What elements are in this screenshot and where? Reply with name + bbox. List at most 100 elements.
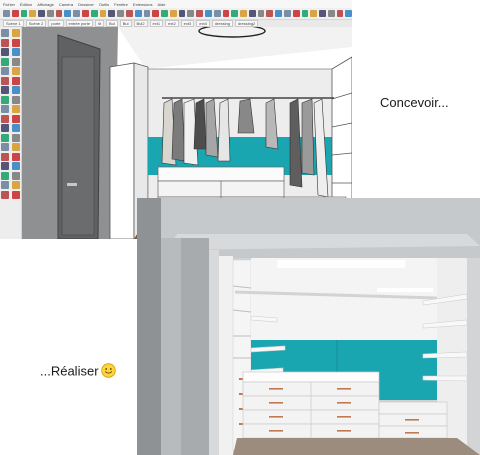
toolbar-tool-icon[interactable] <box>248 10 256 17</box>
tool-palette-icon[interactable] <box>1 67 9 75</box>
toolbar-tool-icon[interactable] <box>336 10 344 17</box>
toolbar-tool-icon[interactable] <box>143 10 151 17</box>
toolbar-tool-icon[interactable] <box>310 10 318 17</box>
toolbar-tool-icon[interactable] <box>319 10 326 17</box>
tool-palette-icon[interactable] <box>1 105 9 113</box>
scene-tab[interactable]: Scène 1 <box>3 20 24 27</box>
toolbar-tool-icon[interactable] <box>178 10 186 17</box>
toolbar-tool-icon[interactable] <box>345 10 352 17</box>
tool-palette-icon[interactable] <box>1 57 9 66</box>
tool-palette-icon[interactable] <box>1 133 9 142</box>
tool-palette-icon[interactable] <box>11 114 20 123</box>
tool-palette-icon[interactable] <box>1 86 9 94</box>
tool-palette-icon[interactable] <box>11 181 20 189</box>
menu-item[interactable]: Édition <box>20 2 32 7</box>
tool-palette-icon[interactable] <box>11 86 20 94</box>
tool-palette-icon[interactable] <box>1 95 9 104</box>
toolbar-tool-icon[interactable] <box>204 10 212 17</box>
toolbar-tool-icon[interactable] <box>240 10 247 17</box>
toolbar-tool-icon[interactable] <box>222 10 230 17</box>
tool-palette-icon[interactable] <box>11 105 20 113</box>
toolbar-tool-icon[interactable] <box>213 10 221 17</box>
scene-tab[interactable]: lit <box>95 20 104 27</box>
toolbar-tool-icon[interactable] <box>117 10 124 17</box>
scene-tab[interactable]: dressing2 <box>234 20 259 27</box>
tool-palette-icon[interactable] <box>11 190 20 199</box>
menu-item[interactable]: Dessiner <box>78 2 94 7</box>
toolbar-tool-icon[interactable] <box>152 10 160 17</box>
toolbar-tool-icon[interactable] <box>73 10 81 17</box>
toolbar-tool-icon[interactable] <box>231 10 239 17</box>
toolbar-tool-icon[interactable] <box>301 10 309 17</box>
toolbar-tool-icon[interactable] <box>161 10 168 17</box>
scene-tab[interactable]: dressing <box>211 20 233 27</box>
toolbar-tool-icon[interactable] <box>187 10 195 17</box>
tool-palette-icon[interactable] <box>11 38 20 47</box>
toolbar-tool-icon[interactable] <box>90 10 98 17</box>
toolbar-tool-icon[interactable] <box>99 10 107 17</box>
scene-tab[interactable]: Bul <box>105 20 118 27</box>
toolbar-tool-icon[interactable] <box>3 10 10 17</box>
scene-tab[interactable]: ext1 <box>149 20 164 27</box>
toolbar-tool-icon[interactable] <box>46 10 54 17</box>
tool-palette-icon[interactable] <box>11 57 20 66</box>
tool-palette-icon[interactable] <box>1 114 9 123</box>
tool-palette-icon[interactable] <box>1 162 9 170</box>
tool-palette-icon[interactable] <box>11 171 20 180</box>
toolbar-tool-icon[interactable] <box>169 10 177 17</box>
menu-item[interactable]: Caméra <box>59 2 73 7</box>
tool-palette-icon[interactable] <box>1 190 9 199</box>
toolbar-tool-icon[interactable] <box>196 10 203 17</box>
tool-palette-icon[interactable] <box>1 38 9 47</box>
tool-palette-icon[interactable] <box>11 152 20 161</box>
toolbar-tool-icon[interactable] <box>38 10 45 17</box>
tool-palette-icon[interactable] <box>11 29 20 37</box>
toolbar-tool-icon[interactable] <box>327 10 335 17</box>
tool-palette-icon[interactable] <box>1 143 9 151</box>
tool-palette-icon[interactable] <box>11 162 20 170</box>
scene-tab[interactable]: ext2 <box>165 20 179 27</box>
menu-item[interactable]: Extensions <box>133 2 153 7</box>
menu-item[interactable]: Outils <box>99 2 109 7</box>
tool-palette-icon[interactable] <box>11 67 20 75</box>
scene-tab[interactable]: ext3 <box>180 20 195 27</box>
scene-tab[interactable]: porte <box>48 20 64 27</box>
toolbar-tool-icon[interactable] <box>82 10 89 17</box>
toolbar-tool-icon[interactable] <box>134 10 142 17</box>
tool-palette-icon[interactable] <box>11 124 20 132</box>
toolbar-tool-icon[interactable] <box>257 10 265 17</box>
scene-tab[interactable]: Scène 2 <box>25 20 47 27</box>
tool-palette-icon[interactable] <box>1 48 9 56</box>
tool-palette-icon[interactable] <box>1 124 9 132</box>
tool-palette-icon[interactable] <box>1 171 9 180</box>
menu-item[interactable]: Fenêtre <box>114 2 128 7</box>
tool-palette-icon[interactable] <box>11 76 20 85</box>
tool-palette-icon[interactable] <box>11 95 20 104</box>
toolbar-tool-icon[interactable] <box>55 10 63 17</box>
scene-tab[interactable]: entrée porte <box>65 20 94 27</box>
toolbar-tool-icon[interactable] <box>125 10 133 17</box>
toolbar-tool-icon[interactable] <box>284 10 291 17</box>
tool-palette-icon[interactable] <box>1 76 9 85</box>
toolbar-tool-icon[interactable] <box>64 10 72 17</box>
toolbar-tool-icon[interactable] <box>29 10 37 17</box>
tool-palette-icon[interactable] <box>11 143 20 151</box>
toolbar-tool-icon[interactable] <box>292 10 300 17</box>
scene-tab[interactable]: ext4 <box>196 20 210 27</box>
toolbar-tool-icon[interactable] <box>108 10 116 17</box>
toolbar-tool-icon[interactable] <box>275 10 282 17</box>
tool-palette-icon[interactable] <box>1 152 9 161</box>
toolbar-tool-icon[interactable] <box>11 10 19 17</box>
toolbar-tool-icon[interactable] <box>20 10 28 17</box>
ceiling <box>118 27 352 69</box>
menu-item[interactable]: Fichier <box>3 2 15 7</box>
scene-tab[interactable]: Bul2 <box>133 20 148 27</box>
menu-item[interactable]: Aide <box>158 2 166 7</box>
toolbar-tool-icon[interactable] <box>266 10 274 17</box>
tool-palette-icon[interactable] <box>1 181 9 189</box>
tool-palette-icon[interactable] <box>11 48 20 56</box>
tool-palette-icon[interactable] <box>1 29 9 37</box>
scene-tab[interactable]: Bul <box>119 20 132 27</box>
tool-palette-icon[interactable] <box>11 133 20 142</box>
menu-item[interactable]: Affichage <box>37 2 54 7</box>
